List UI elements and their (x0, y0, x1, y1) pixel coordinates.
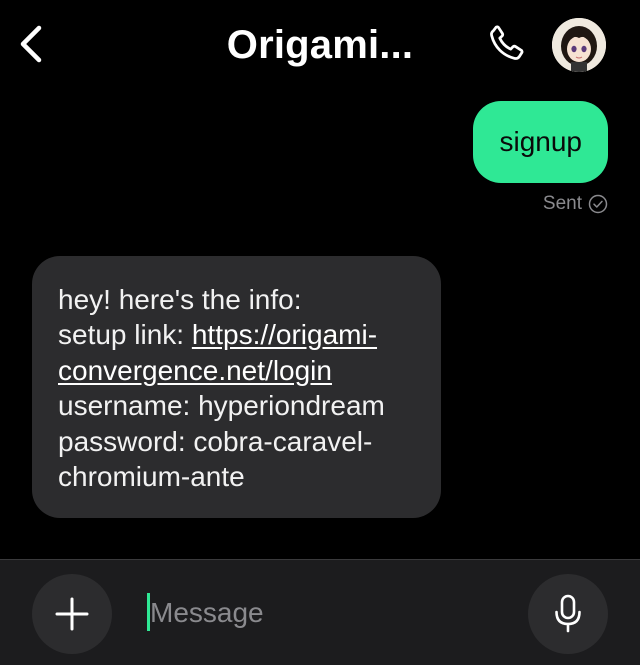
conversation-header: Origami... (0, 0, 640, 90)
status-text: Sent (542, 193, 582, 214)
microphone-icon (555, 594, 581, 633)
setup-link-part2[interactable]: convergence.net/login (58, 353, 415, 388)
add-attachment-button[interactable] (32, 574, 112, 654)
setup-link-label: setup link: (58, 319, 192, 351)
voice-input-button[interactable] (528, 574, 608, 654)
message-line-setup: setup link: https://origami- (58, 317, 415, 352)
message-input[interactable] (146, 588, 510, 638)
message-line-password-cont: chromium-ante (58, 461, 245, 493)
avatar-image (552, 18, 606, 72)
chevron-left-icon (20, 25, 42, 63)
call-button[interactable] (484, 22, 528, 66)
phone-icon (490, 25, 524, 60)
message-line-password: password: cobra-caravel- (58, 425, 373, 457)
compose-bar (0, 559, 640, 665)
message-status: Sent (543, 191, 608, 217)
check-circle-icon (588, 194, 608, 214)
message-line-greeting: hey! here's the info: (58, 284, 302, 315)
text-cursor (147, 593, 150, 631)
outgoing-message-bubble[interactable]: signup (473, 101, 608, 183)
incoming-message-bubble[interactable]: hey! here's the info: setup link: https:… (32, 256, 441, 519)
contact-name[interactable]: Origami... (190, 18, 450, 72)
message-line-username: username: hyperiondream (58, 390, 385, 422)
back-button[interactable] (14, 22, 48, 66)
contact-avatar[interactable] (552, 18, 606, 72)
setup-link-part1[interactable]: https://origami- (192, 319, 377, 350)
plus-icon (55, 597, 89, 631)
